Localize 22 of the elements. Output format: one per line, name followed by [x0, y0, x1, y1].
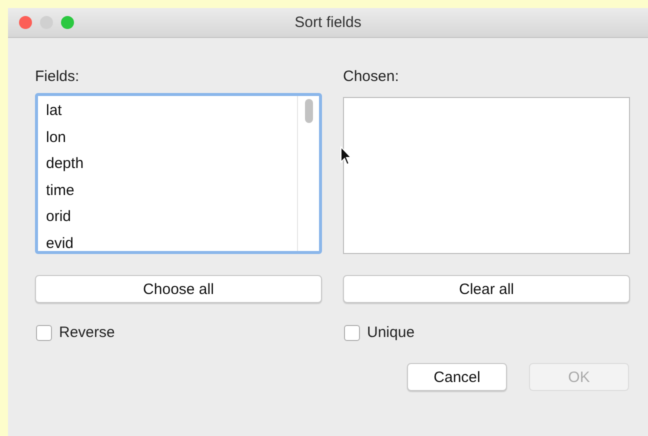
zoom-icon[interactable]	[61, 16, 74, 29]
checkbox[interactable]	[344, 324, 360, 340]
fields-label: Fields:	[35, 68, 80, 85]
list-item[interactable]: orid	[46, 204, 289, 230]
list-item[interactable]: time	[46, 178, 289, 204]
clear-all-button[interactable]: Clear all	[343, 275, 630, 303]
window-title: Sort fields	[294, 14, 362, 31]
scrollbar-thumb[interactable]	[304, 99, 312, 123]
cancel-button[interactable]: Cancel	[407, 363, 507, 391]
list-item[interactable]: evid	[46, 230, 289, 251]
chosen-label: Chosen:	[343, 68, 400, 85]
list-item[interactable]: depth	[46, 151, 289, 178]
list-item[interactable]: lon	[46, 124, 289, 151]
checkbox[interactable]	[36, 324, 52, 340]
checkbox-label: Unique	[367, 324, 415, 341]
choose-all-button[interactable]: Choose all	[35, 275, 322, 303]
list-item[interactable]: lat	[46, 98, 289, 124]
checkbox-label: Reverse	[59, 324, 115, 341]
close-icon[interactable]	[19, 16, 32, 29]
chosen-list[interactable]	[343, 97, 630, 254]
pointer-icon	[340, 146, 352, 166]
fields-list[interactable]: lat lon depth time orid evid	[35, 93, 322, 254]
